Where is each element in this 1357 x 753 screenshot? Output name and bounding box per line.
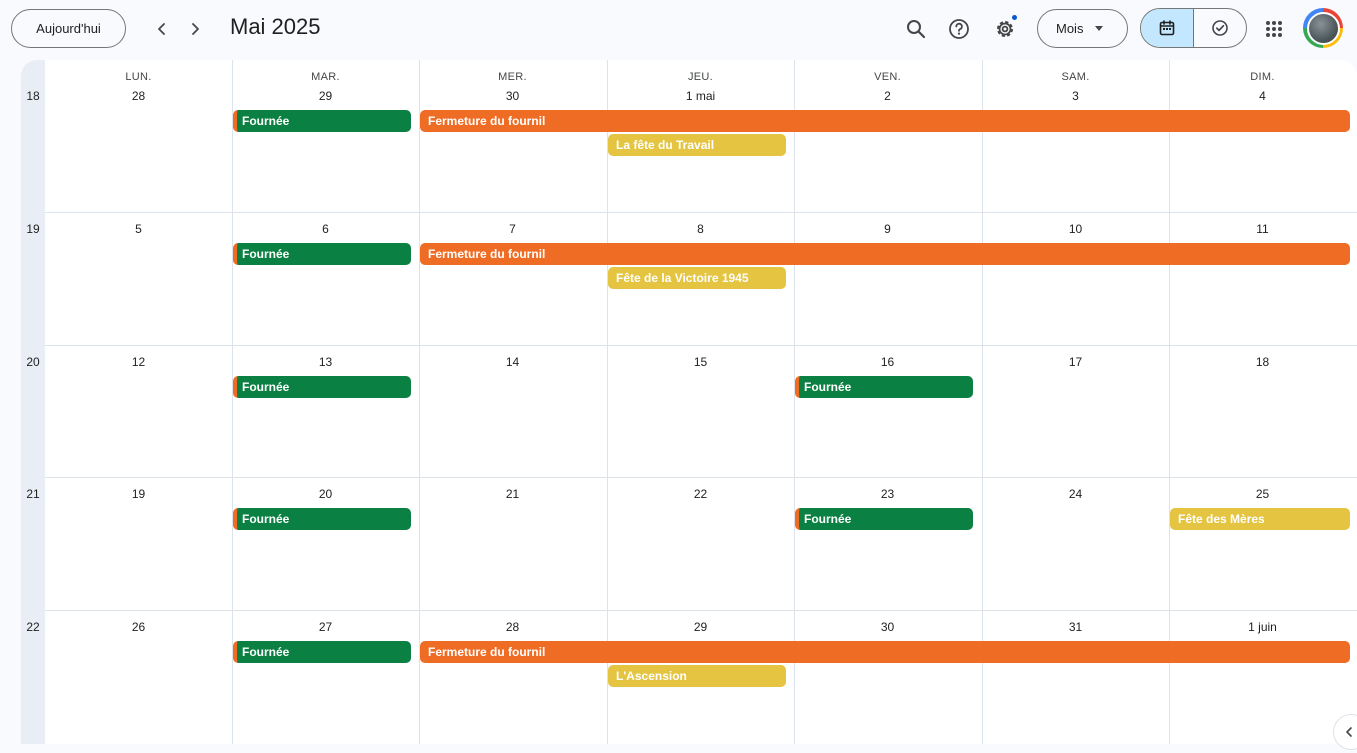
day-number[interactable]: 26 (45, 620, 232, 634)
search-button[interactable] (896, 9, 936, 49)
day-number[interactable]: 12 (45, 355, 232, 369)
help-icon (949, 19, 969, 39)
tasks-view-button[interactable] (1194, 9, 1247, 47)
day-number[interactable]: 18 (1169, 355, 1356, 369)
event-chip[interactable]: Fournée (233, 243, 411, 265)
calendar-tasks-toggle (1140, 8, 1247, 48)
day-number[interactable]: 2 (794, 89, 981, 103)
grid-line-vertical (232, 60, 233, 744)
caret-down-icon (1095, 26, 1104, 31)
day-number[interactable]: 13 (232, 355, 419, 369)
day-number[interactable]: 22 (607, 487, 794, 501)
day-number[interactable]: 10 (982, 222, 1169, 236)
day-number[interactable]: 28 (419, 620, 606, 634)
collapse-side-panel-button[interactable] (1333, 714, 1357, 750)
calendar-icon (1159, 20, 1175, 36)
event-chip[interactable]: Fournée (233, 508, 411, 530)
event-chip[interactable]: Fournée (233, 376, 411, 398)
week-number[interactable]: 21 (21, 487, 45, 501)
view-selector-label: Mois (1056, 21, 1084, 36)
day-number[interactable]: 27 (232, 620, 419, 634)
day-number[interactable]: 9 (794, 222, 981, 236)
weekday-header: MAR. (311, 71, 340, 83)
event-chip[interactable]: Fournée (233, 110, 411, 132)
day-number[interactable]: 20 (232, 487, 419, 501)
day-number[interactable]: 25 (1169, 487, 1356, 501)
event-chip[interactable]: Fournée (795, 508, 973, 530)
apps-button[interactable] (1254, 9, 1294, 49)
calendar-view-button[interactable] (1141, 9, 1194, 47)
page-title: Mai 2025 (230, 14, 321, 39)
grid-line-horizontal (45, 345, 1357, 346)
event-chip[interactable]: La fête du Travail (608, 134, 786, 156)
day-number[interactable]: 3 (982, 89, 1169, 103)
apps-grid-icon (1266, 21, 1282, 37)
weekday-header: SAM. (1061, 71, 1090, 83)
tasks-icon (1211, 20, 1228, 36)
day-number[interactable]: 8 (607, 222, 794, 236)
weekday-header: JEU. (687, 71, 714, 83)
day-number[interactable]: 17 (982, 355, 1169, 369)
day-number[interactable]: 7 (419, 222, 606, 236)
event-chip[interactable]: Fermeture du fournil (420, 641, 1350, 663)
week-number-column (21, 60, 45, 744)
day-number[interactable]: 28 (45, 89, 232, 103)
day-number[interactable]: 24 (982, 487, 1169, 501)
grid-line-vertical (419, 60, 420, 744)
event-chip[interactable]: Fermeture du fournil (420, 243, 1350, 265)
day-number[interactable]: 5 (45, 222, 232, 236)
avatar[interactable] (1303, 8, 1343, 48)
event-chip[interactable]: Fournée (233, 641, 411, 663)
month-grid: LUN. MAR. MER. JEU. VEN. SAM. DIM. 18 28 29 30 1 ma… (21, 60, 1357, 744)
next-month-button[interactable] (180, 14, 210, 44)
avatar-image (1306, 11, 1340, 45)
settings-button[interactable] (985, 9, 1025, 49)
day-number[interactable]: 15 (607, 355, 794, 369)
top-bar: Aujourd'hui Mai 2025 Mois (0, 0, 1357, 58)
day-number[interactable]: 4 (1169, 89, 1356, 103)
weekday-header: LUN. (125, 71, 152, 83)
previous-month-button[interactable] (147, 14, 177, 44)
event-chip[interactable]: Fête des Mères (1170, 508, 1350, 530)
day-number[interactable]: 30 (419, 89, 606, 103)
grid-line-horizontal (45, 212, 1357, 213)
day-number[interactable]: 29 (607, 620, 794, 634)
chevron-left-small-icon (1346, 727, 1352, 737)
week-number[interactable]: 20 (21, 355, 45, 369)
event-chip[interactable]: L'Ascension (608, 665, 786, 687)
day-number[interactable]: 6 (232, 222, 419, 236)
week-number[interactable]: 18 (21, 89, 45, 103)
day-number[interactable]: 14 (419, 355, 606, 369)
view-selector[interactable]: Mois (1037, 9, 1128, 48)
day-number[interactable]: 30 (794, 620, 981, 634)
event-chip[interactable]: Fournée (795, 376, 973, 398)
day-number[interactable]: 1 mai (607, 89, 794, 103)
search-icon (907, 20, 926, 39)
week-number[interactable]: 22 (21, 620, 45, 634)
weekday-header: VEN. (874, 71, 901, 83)
day-number[interactable]: 23 (794, 487, 981, 501)
help-button[interactable] (939, 9, 979, 49)
grid-line-horizontal (45, 610, 1357, 611)
day-number[interactable]: 29 (232, 89, 419, 103)
day-number[interactable]: 16 (794, 355, 981, 369)
chevron-left-icon (158, 23, 165, 35)
day-number[interactable]: 1 juin (1169, 620, 1356, 634)
day-number[interactable]: 11 (1169, 222, 1356, 236)
grid-line-horizontal (45, 477, 1357, 478)
week-number[interactable]: 19 (21, 222, 45, 236)
weekday-header: MER. (498, 71, 527, 83)
weekday-header: DIM. (1250, 71, 1275, 83)
event-chip[interactable]: Fermeture du fournil (420, 110, 1350, 132)
day-number[interactable]: 19 (45, 487, 232, 501)
today-button[interactable]: Aujourd'hui (11, 9, 126, 48)
day-number[interactable]: 21 (419, 487, 606, 501)
day-number[interactable]: 31 (982, 620, 1169, 634)
chevron-right-icon (192, 23, 199, 35)
notification-dot (1011, 14, 1018, 21)
event-chip[interactable]: Fête de la Victoire 1945 (608, 267, 786, 289)
